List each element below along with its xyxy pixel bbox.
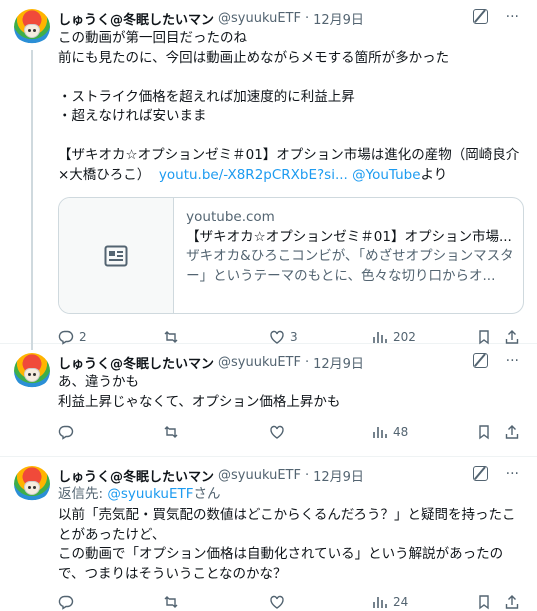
views-icon [373, 597, 387, 608]
like-button[interactable] [269, 594, 285, 610]
bookmark-icon [479, 330, 489, 345]
display-name[interactable]: しゅうく@冬眠したいマン [58, 353, 214, 372]
reply-icon [58, 425, 74, 440]
reply-count: 2 [79, 330, 87, 344]
like-button[interactable]: 3 [269, 329, 298, 345]
views-icon [373, 332, 387, 343]
tweet[interactable]: しゅうく@冬眠したいマン @syuukuETF · 12月9日 ··· 返信先:… [0, 457, 537, 611]
share-button[interactable] [504, 424, 520, 440]
youtube-link[interactable]: youtu.be/-X8R2pCRXbE?si... [159, 167, 348, 183]
reply-to-suffix: さん [193, 486, 221, 502]
avatar[interactable] [14, 353, 50, 389]
heart-icon [270, 330, 284, 344]
reply-button[interactable] [58, 424, 74, 440]
card-domain: youtube.com [186, 209, 275, 225]
tweet[interactable]: しゅうく@冬眠したいマン @syuukuETF · 12月9日 ··· あ、違う… [0, 344, 537, 456]
tweet-text: あ、違うかも 利益上昇じゃなくて、オプション価格上昇かも [58, 374, 341, 410]
bookmark-button[interactable] [476, 594, 492, 610]
views-button[interactable]: 48 [372, 424, 408, 440]
avatar[interactable] [14, 466, 50, 502]
views-icon [373, 427, 387, 438]
tweet-text-tail: より [420, 166, 448, 183]
bookmark-button[interactable] [476, 424, 492, 440]
share-icon [505, 425, 519, 439]
view-count: 48 [393, 425, 409, 439]
more-icon[interactable]: ··· [506, 353, 519, 369]
display-name[interactable]: しゅうく@冬眠したいマン [58, 9, 214, 28]
tweet-text: この動画が第一回目だったのね 前にも見たのに、今回は動画止めながらメモする箇所が… [58, 30, 520, 183]
display-name[interactable]: しゅうく@冬眠したいマン [58, 466, 214, 485]
views-button[interactable]: 24 [372, 594, 408, 610]
card-thumbnail [59, 198, 175, 313]
handle[interactable]: @syuukuETF [218, 11, 301, 26]
reply-icon [58, 595, 74, 610]
reply-button[interactable] [58, 594, 74, 610]
views-button[interactable]: 202 [372, 329, 416, 345]
heart-icon [270, 595, 284, 609]
reply-icon [58, 330, 74, 345]
retweet-button[interactable] [163, 424, 179, 440]
retweet-icon [164, 596, 178, 608]
timestamp[interactable]: 12月9日 [313, 9, 364, 28]
view-count: 202 [393, 330, 416, 344]
article-icon [104, 245, 128, 266]
youtube-mention-link[interactable]: @YouTube [352, 167, 420, 183]
reply-to-prefix: 返信先: [58, 486, 108, 502]
handle[interactable]: @syuukuETF [218, 468, 301, 483]
card-description: ザキオカ&ひろこコンビが、「めざせオプションマスター」というテーマのもとに、色々… [186, 248, 514, 284]
reply-to-handle[interactable]: @syuukuETF [107, 486, 193, 502]
view-count: 24 [393, 595, 409, 609]
grok-icon[interactable] [472, 466, 488, 481]
heart-icon [270, 425, 284, 439]
retweet-button[interactable] [163, 329, 179, 345]
separator-dot: · [304, 10, 310, 26]
share-icon [505, 595, 519, 609]
timestamp[interactable]: 12月9日 [313, 466, 364, 485]
reply-to-line: 返信先: @syuukuETFさん [58, 485, 523, 504]
like-count: 3 [290, 330, 298, 344]
share-icon [505, 330, 519, 344]
share-button[interactable] [504, 594, 520, 610]
grok-icon[interactable] [472, 353, 488, 368]
tweet-text: 以前「売気配・買気配の数値はどこからくるんだろう？」と疑問を持ったことがあったけ… [58, 507, 516, 582]
thread-line [31, 50, 33, 350]
more-icon[interactable]: ··· [506, 466, 519, 482]
link-card[interactable]: youtube.com 【ザキオカ☆オプションゼミ＃01】オプション市場... … [58, 197, 524, 314]
separator-dot: · [304, 467, 310, 483]
avatar[interactable] [14, 9, 50, 45]
reply-button[interactable]: 2 [58, 329, 87, 345]
timestamp[interactable]: 12月9日 [313, 353, 364, 372]
card-title: 【ザキオカ☆オプションゼミ＃01】オプション市場... [186, 228, 512, 245]
tweet[interactable]: しゅうく@冬眠したいマン @syuukuETF · 12月9日 ··· この動画… [0, 0, 537, 350]
bookmark-icon [479, 425, 489, 440]
retweet-icon [164, 426, 178, 438]
bookmark-icon [479, 595, 489, 610]
retweet-icon [164, 331, 178, 343]
grok-icon[interactable] [472, 9, 488, 24]
like-button[interactable] [269, 424, 285, 440]
bookmark-button[interactable] [476, 329, 492, 345]
retweet-button[interactable] [163, 594, 179, 610]
more-icon[interactable]: ··· [506, 9, 519, 25]
separator-dot: · [304, 354, 310, 370]
share-button[interactable] [504, 329, 520, 345]
handle[interactable]: @syuukuETF [218, 355, 301, 370]
